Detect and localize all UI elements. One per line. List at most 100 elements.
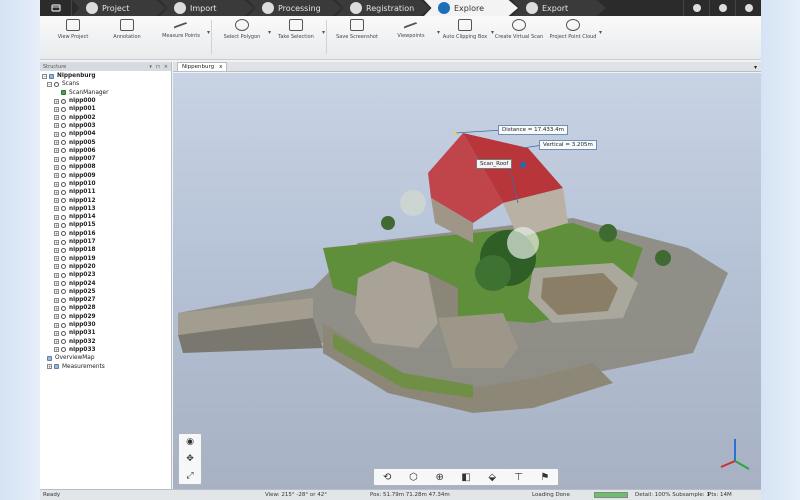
tree-scan-item[interactable]: + nipp029	[42, 313, 171, 321]
tree-scan-item[interactable]: + nipp006	[42, 147, 171, 155]
chevron-down-icon[interactable]: ▾	[599, 29, 602, 36]
expand-icon[interactable]: +	[54, 189, 59, 195]
scan-label-annotation[interactable]: Scan_Roof	[476, 159, 513, 169]
tree-scan-item[interactable]: + nipp007	[42, 155, 171, 163]
tree-scan-item[interactable]: + nipp032	[42, 338, 171, 346]
tree-scan-item[interactable]: + nipp019	[42, 255, 171, 263]
tree-scan-item[interactable]: + nipp010	[42, 180, 171, 188]
view-project-button[interactable]: View Project	[46, 16, 100, 56]
annotation-button[interactable]: Annotation	[100, 16, 154, 56]
document-tab-nippenburg[interactable]: Nippenburg x	[177, 62, 228, 71]
tree-root[interactable]: − Nippenburg	[42, 72, 171, 80]
tree-scan-item[interactable]: + nipp011	[42, 188, 171, 196]
chevron-down-icon[interactable]: ▾	[754, 64, 757, 71]
section-icon[interactable]: ⊤	[511, 470, 527, 484]
viewpoints-button[interactable]: Viewpoints ▾	[384, 16, 440, 56]
expand-icon[interactable]: +	[54, 305, 59, 311]
expand-icon[interactable]: +	[54, 181, 59, 187]
collapse-icon[interactable]: −	[42, 73, 47, 79]
scan-position-marker[interactable]	[520, 162, 526, 168]
tab-project[interactable]: Project	[72, 0, 166, 16]
expand-icon[interactable]: +	[54, 115, 59, 121]
expand-icon[interactable]: +	[54, 239, 59, 245]
tree-scan-item[interactable]: + nipp009	[42, 172, 171, 180]
point-size-icon[interactable]: ⬙	[484, 470, 500, 484]
tree-scan-item[interactable]: + nipp017	[42, 238, 171, 246]
app-menu-button[interactable]	[40, 0, 72, 16]
expand-icon[interactable]: +	[54, 247, 59, 253]
save-screenshot-button[interactable]: Save Screenshot	[330, 16, 384, 56]
vertical-annotation[interactable]: Vertical = 3.205m	[539, 140, 597, 150]
tree-scan-item[interactable]: + nipp005	[42, 138, 171, 146]
collapse-icon[interactable]: −	[47, 81, 52, 87]
expand-icon[interactable]: +	[54, 281, 59, 287]
tree-scan-item[interactable]: + nipp014	[42, 213, 171, 221]
close-icon[interactable]: ×	[164, 64, 168, 70]
tree-scan-item[interactable]: + nipp018	[42, 246, 171, 254]
tree-scan-manager[interactable]: ScanManager	[42, 89, 171, 97]
tree-overview-map[interactable]: OverviewMap	[42, 354, 171, 362]
tree-scan-item[interactable]: + nipp025	[42, 288, 171, 296]
help-button[interactable]	[735, 0, 761, 16]
tab-registration[interactable]: Registration	[336, 0, 430, 16]
tab-import[interactable]: Import	[160, 0, 254, 16]
tree-scan-item[interactable]: + nipp016	[42, 230, 171, 238]
eye-icon[interactable]: ◉	[184, 437, 196, 447]
measure-points-button[interactable]: Measure Points ▾	[154, 16, 210, 56]
expand-icon[interactable]: +	[54, 289, 59, 295]
tree-measurements[interactable]: + Measurements	[42, 362, 171, 370]
auto-clipping-box-button[interactable]: Auto Clipping Box ▾	[438, 16, 494, 56]
expand-icon[interactable]: +	[54, 173, 59, 179]
expand-icon[interactable]: +	[54, 106, 59, 112]
tree-scan-item[interactable]: + nipp002	[42, 113, 171, 121]
expand-icon[interactable]: +	[54, 272, 59, 278]
distance-annotation[interactable]: Distance = 17.433.4m	[498, 125, 569, 135]
navigation-mode-icon[interactable]: ✥	[184, 454, 196, 464]
expand-icon[interactable]: +	[54, 264, 59, 270]
close-icon[interactable]: x	[219, 64, 222, 70]
fit-view-icon[interactable]: ⤢	[184, 471, 196, 481]
expand-icon[interactable]: +	[54, 98, 59, 104]
tree-scan-item[interactable]: + nipp020	[42, 263, 171, 271]
view-cube-icon[interactable]: ⬡	[405, 470, 421, 484]
tree-scans[interactable]: − Scans	[42, 80, 171, 88]
expand-icon[interactable]: +	[54, 297, 59, 303]
create-virtual-scan-button[interactable]: Create Virtual Scan	[492, 16, 546, 56]
select-polygon-button[interactable]: Select Polygon ▾	[215, 16, 271, 56]
expand-icon[interactable]: +	[54, 347, 59, 353]
tab-export[interactable]: Export	[512, 0, 606, 16]
expand-icon[interactable]: +	[47, 364, 52, 370]
chevron-down-icon[interactable]: ▾	[322, 29, 325, 36]
tree-scan-item[interactable]: + nipp015	[42, 221, 171, 229]
expand-icon[interactable]: +	[54, 330, 59, 336]
tree-scan-item[interactable]: + nipp030	[42, 321, 171, 329]
expand-icon[interactable]: +	[54, 148, 59, 154]
tab-processing[interactable]: Processing	[248, 0, 342, 16]
expand-icon[interactable]: +	[54, 140, 59, 146]
settings-button[interactable]	[709, 0, 735, 16]
zoom-icon[interactable]: ⊕	[432, 470, 448, 484]
flag-icon[interactable]: ⚑	[537, 470, 553, 484]
tree-scan-item[interactable]: + nipp012	[42, 196, 171, 204]
expand-icon[interactable]: +	[54, 256, 59, 262]
rotate-view-icon[interactable]: ⟲	[379, 470, 395, 484]
tree-scan-item[interactable]: + nipp001	[42, 105, 171, 113]
expand-icon[interactable]: +	[54, 131, 59, 137]
tree-scan-item[interactable]: + nipp033	[42, 346, 171, 354]
chevron-down-icon[interactable]: ▾	[207, 29, 210, 36]
take-selection-button[interactable]: Take Selection ▾	[269, 16, 325, 56]
expand-icon[interactable]: +	[54, 222, 59, 228]
measure-point[interactable]	[453, 131, 457, 135]
clipping-icon[interactable]: ◧	[458, 470, 474, 484]
chevron-down-icon[interactable]: ▾	[149, 64, 152, 70]
tree-scan-item[interactable]: + nipp031	[42, 329, 171, 337]
pin-icon[interactable]: ⊓	[156, 64, 160, 70]
cloud-button[interactable]	[683, 0, 709, 16]
expand-icon[interactable]: +	[54, 214, 59, 220]
expand-icon[interactable]: +	[54, 123, 59, 129]
expand-icon[interactable]: +	[54, 206, 59, 212]
tree-scan-item[interactable]: + nipp008	[42, 163, 171, 171]
tree-scan-item[interactable]: + nipp004	[42, 130, 171, 138]
tree-scan-item[interactable]: + nipp003	[42, 122, 171, 130]
tree-scan-item[interactable]: + nipp013	[42, 205, 171, 213]
